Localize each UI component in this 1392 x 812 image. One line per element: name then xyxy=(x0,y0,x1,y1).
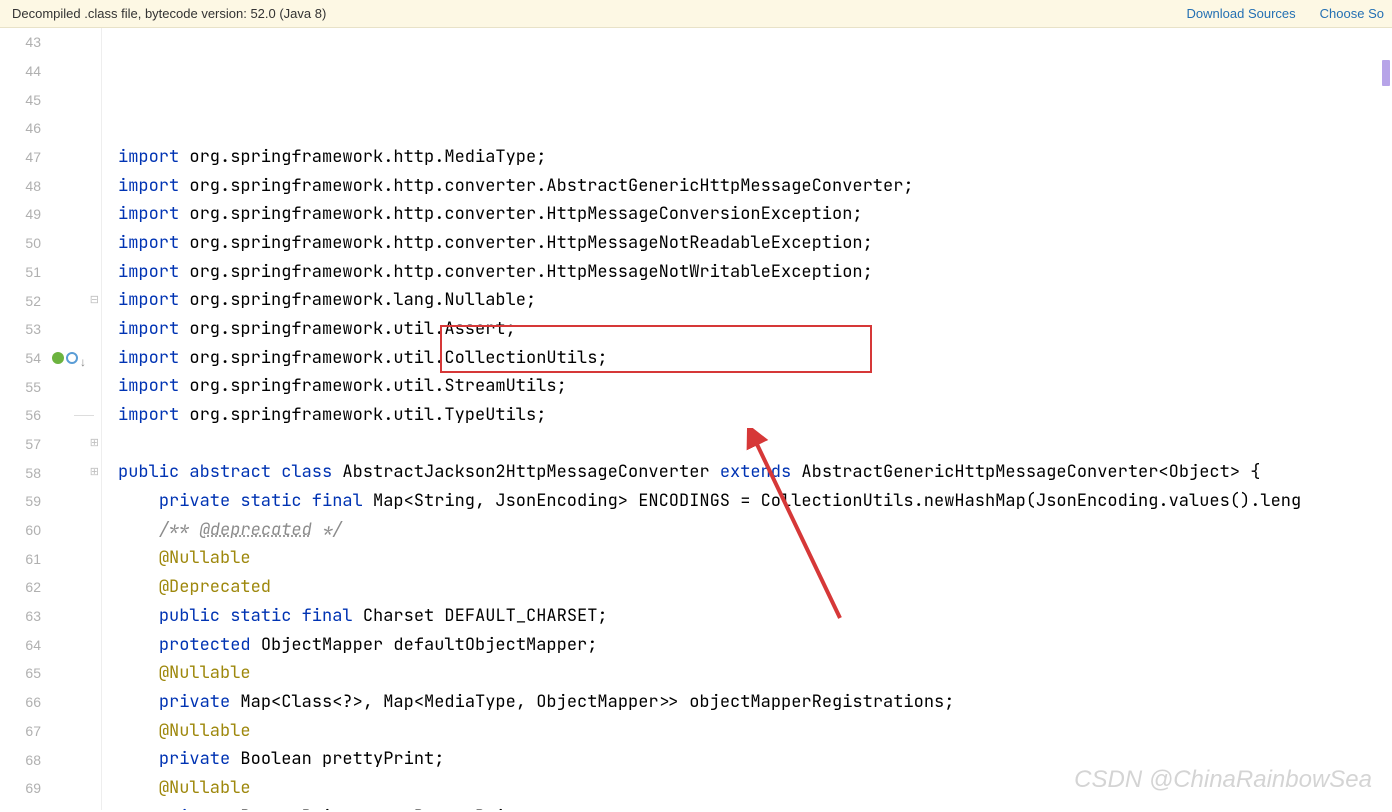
line-number: 54 xyxy=(0,344,101,373)
decompiled-notification-bar: Decompiled .class file, bytecode version… xyxy=(0,0,1392,28)
spring-bean-icon[interactable] xyxy=(52,352,64,364)
code-line[interactable]: private Map<Class<?>, Map<MediaType, Obj… xyxy=(118,688,1392,717)
code-editor[interactable]: 43444546474849505152⊟5354555657⊞58⊞59606… xyxy=(0,28,1392,810)
code-line[interactable]: import org.springframework.http.converte… xyxy=(118,229,1392,258)
line-number: 47 xyxy=(0,143,101,172)
code-line[interactable]: import org.springframework.util.StreamUt… xyxy=(118,372,1392,401)
code-line[interactable]: import org.springframework.util.TypeUtil… xyxy=(118,401,1392,430)
code-line[interactable] xyxy=(118,430,1392,459)
code-line[interactable]: private Boolean prettyPrint; xyxy=(118,745,1392,774)
line-number: 55 xyxy=(0,372,101,401)
line-number-gutter: 43444546474849505152⊟5354555657⊞58⊞59606… xyxy=(0,28,102,810)
line-number: 69 xyxy=(0,774,101,803)
line-number: 67 xyxy=(0,717,101,746)
code-line[interactable]: @Nullable xyxy=(118,774,1392,803)
download-sources-link[interactable]: Download Sources xyxy=(1187,6,1296,21)
code-line[interactable]: import org.springframework.lang.Nullable… xyxy=(118,286,1392,315)
line-number: 65 xyxy=(0,659,101,688)
line-number: 66 xyxy=(0,688,101,717)
code-line[interactable]: @Deprecated xyxy=(118,573,1392,602)
code-line[interactable]: public abstract class AbstractJackson2Ht… xyxy=(118,458,1392,487)
notification-actions: Download Sources Choose So xyxy=(1187,6,1392,21)
fold-expand-icon[interactable]: ⊞ xyxy=(90,438,99,449)
class-gutter-icons[interactable] xyxy=(52,352,90,364)
code-line[interactable]: public static final Charset DEFAULT_CHAR… xyxy=(118,602,1392,631)
line-number: 50 xyxy=(0,229,101,258)
line-number: 64 xyxy=(0,630,101,659)
code-line[interactable]: /** @deprecated */ xyxy=(118,516,1392,545)
code-content[interactable]: import org.springframework.http.MediaTyp… xyxy=(102,28,1392,810)
override-icon[interactable] xyxy=(66,352,78,364)
code-line[interactable]: import org.springframework.http.converte… xyxy=(118,172,1392,201)
line-number: 49 xyxy=(0,200,101,229)
line-number: 56 xyxy=(0,401,101,430)
method-separator xyxy=(74,415,94,416)
line-number: 63 xyxy=(0,602,101,631)
line-number: 43 xyxy=(0,28,101,57)
inherited-icon[interactable] xyxy=(80,353,90,363)
fold-expand-icon[interactable]: ⊞ xyxy=(90,467,99,478)
line-number: 61 xyxy=(0,544,101,573)
code-line[interactable]: @Nullable xyxy=(118,717,1392,746)
line-number: 62 xyxy=(0,573,101,602)
code-line[interactable]: @Nullable xyxy=(118,544,1392,573)
line-number: 53 xyxy=(0,315,101,344)
line-number: 59 xyxy=(0,487,101,516)
code-line[interactable]: private static final Map<String, JsonEnc… xyxy=(118,487,1392,516)
line-number: 68 xyxy=(0,745,101,774)
scroll-mark xyxy=(1382,60,1390,86)
code-line[interactable]: private PrettyPrinter ssePrettyPrinter; xyxy=(118,803,1392,810)
code-line[interactable]: import org.springframework.util.Assert; xyxy=(118,315,1392,344)
code-line[interactable]: protected ObjectMapper defaultObjectMapp… xyxy=(118,631,1392,660)
line-number: 51 xyxy=(0,258,101,287)
line-number: 44 xyxy=(0,57,101,86)
code-line[interactable]: import org.springframework.util.Collecti… xyxy=(118,344,1392,373)
code-line[interactable]: import org.springframework.http.converte… xyxy=(118,200,1392,229)
line-number: 58⊞ xyxy=(0,458,101,487)
line-number: 57⊞ xyxy=(0,430,101,459)
code-line[interactable]: import org.springframework.http.converte… xyxy=(118,258,1392,287)
line-number: 46 xyxy=(0,114,101,143)
line-number: 45 xyxy=(0,85,101,114)
scroll-indicator[interactable] xyxy=(1380,30,1392,812)
fold-collapse-icon[interactable]: ⊟ xyxy=(90,295,99,306)
choose-sources-link[interactable]: Choose So xyxy=(1320,6,1384,21)
code-line[interactable]: import org.springframework.http.MediaTyp… xyxy=(118,143,1392,172)
notification-text: Decompiled .class file, bytecode version… xyxy=(12,6,326,21)
line-number: 52⊟ xyxy=(0,286,101,315)
line-number: 48 xyxy=(0,171,101,200)
line-number: 60 xyxy=(0,516,101,545)
code-line[interactable]: @Nullable xyxy=(118,659,1392,688)
